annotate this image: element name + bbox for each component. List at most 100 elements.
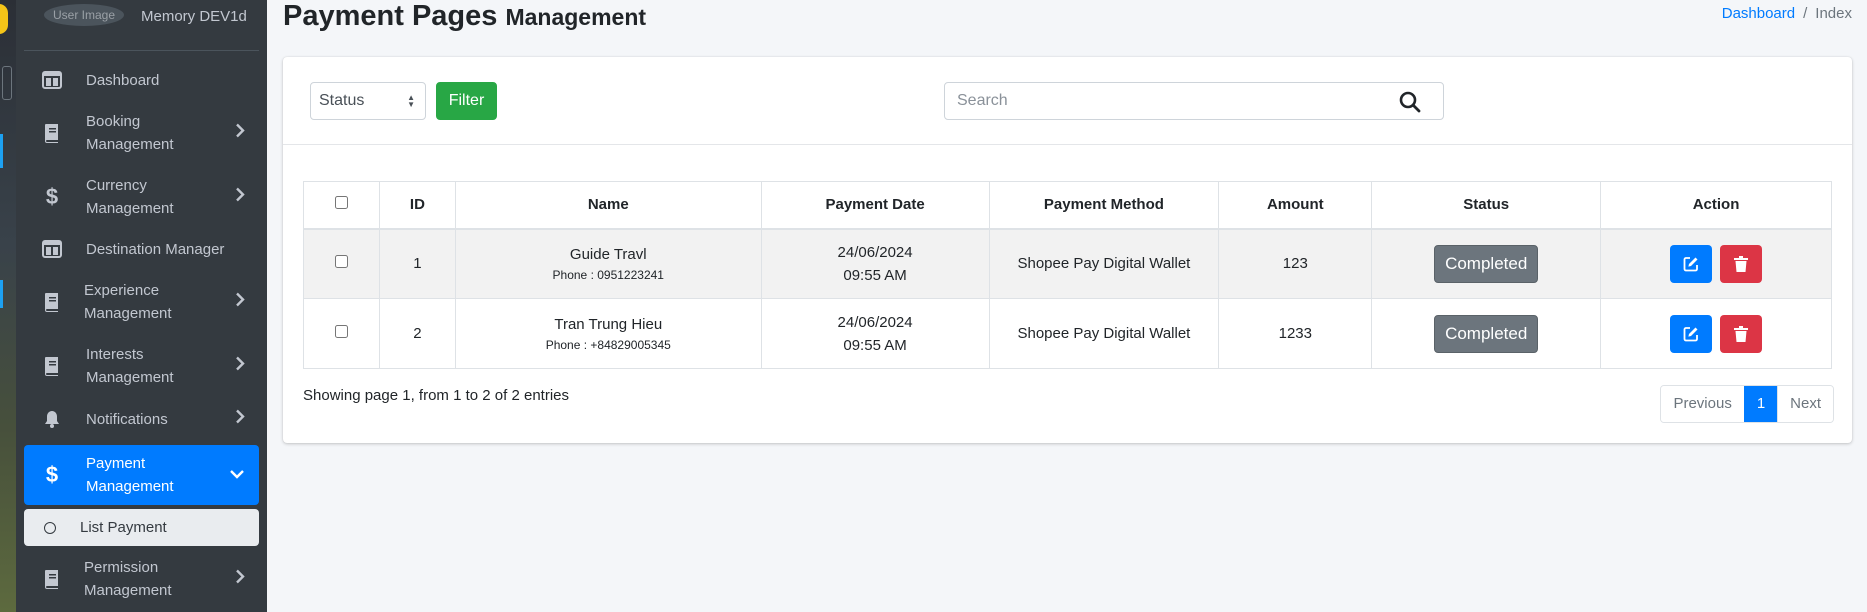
cell-payment-method: Shopee Pay Digital Wallet bbox=[988, 298, 1220, 369]
dock-app-icon[interactable] bbox=[0, 4, 8, 34]
dollar-icon: $ bbox=[45, 462, 59, 487]
row-select-cell bbox=[303, 298, 380, 369]
search-input[interactable] bbox=[945, 83, 1385, 119]
edit-button[interactable] bbox=[1669, 314, 1712, 353]
cell-amount: 123 bbox=[1218, 228, 1373, 299]
sidebar-subitem-label: List Payment bbox=[80, 519, 167, 536]
sidebar-item-payment[interactable]: $ Payment Management bbox=[24, 445, 259, 505]
cell-name: Tran Trung Hieu Phone : +84829005345 bbox=[454, 298, 762, 369]
column-header[interactable]: Payment Date bbox=[760, 181, 990, 230]
column-header[interactable]: ID bbox=[378, 181, 456, 230]
search-icon[interactable] bbox=[1399, 91, 1421, 118]
breadcrumb-dashboard-link[interactable]: Dashboard bbox=[1722, 5, 1795, 22]
delete-button[interactable] bbox=[1720, 244, 1763, 283]
payments-table: ID Name Payment Date Payment Method Amou… bbox=[303, 181, 1832, 369]
status-select-value: Status bbox=[319, 92, 365, 109]
sidebar-item-dashboard[interactable]: Dashboard bbox=[24, 59, 259, 101]
pagination-previous[interactable]: Previous bbox=[1661, 386, 1744, 422]
status-select[interactable]: Status ▲ ▼ bbox=[310, 82, 426, 120]
dashboard-icon bbox=[40, 71, 64, 89]
column-header[interactable]: Status bbox=[1371, 181, 1602, 230]
desktop-edge bbox=[0, 0, 16, 612]
cell-payment-method: Shopee Pay Digital Wallet bbox=[988, 228, 1220, 299]
book-icon bbox=[40, 292, 64, 312]
cell-status: Completed bbox=[1371, 298, 1602, 369]
sidebar-item-label: Permission Management bbox=[84, 559, 172, 599]
chevron-right-icon bbox=[235, 409, 245, 430]
chevron-right-icon bbox=[235, 569, 245, 590]
sidebar-item-label: Dashboard bbox=[86, 71, 160, 89]
cell-action bbox=[1600, 228, 1832, 299]
sidebar-item-interests[interactable]: Interests Management bbox=[24, 337, 259, 395]
sidebar-item-permission[interactable]: Permission Management bbox=[24, 550, 259, 608]
sidebar-item-notifications[interactable]: Notifications bbox=[24, 398, 259, 440]
dock-indicator bbox=[0, 134, 3, 168]
search-box bbox=[944, 82, 1444, 120]
table-info: Showing page 1, from 1 to 2 of 2 entries bbox=[303, 387, 569, 404]
edit-icon bbox=[1683, 326, 1698, 341]
select-all-checkbox[interactable] bbox=[334, 196, 348, 210]
breadcrumb-separator: / bbox=[1803, 5, 1808, 22]
status-badge[interactable]: Completed bbox=[1434, 244, 1539, 283]
card-toolbar: Status ▲ ▼ Filter bbox=[283, 57, 1852, 145]
edit-icon bbox=[1683, 256, 1698, 272]
row-checkbox[interactable] bbox=[334, 255, 348, 269]
breadcrumb-current: Index bbox=[1815, 5, 1852, 22]
trash-icon bbox=[1734, 325, 1749, 342]
status-badge[interactable]: Completed bbox=[1434, 314, 1539, 353]
chevron-right-icon bbox=[235, 187, 245, 208]
avatar[interactable]: User Image bbox=[44, 4, 124, 26]
chevron-right-icon bbox=[235, 292, 245, 313]
dollar-icon: $ bbox=[45, 184, 59, 209]
cell-payment-date: 24/06/2024 09:55 AM bbox=[760, 228, 990, 299]
sidebar-item-experience[interactable]: Experience Management bbox=[24, 273, 259, 331]
row-checkbox[interactable] bbox=[334, 325, 348, 338]
table-row: 2 Tran Trung Hieu Phone : +84829005345 2… bbox=[303, 298, 1832, 369]
chevron-right-icon bbox=[235, 123, 245, 144]
book-icon bbox=[40, 356, 64, 376]
sidebar-item-booking[interactable]: Booking Management bbox=[24, 104, 259, 162]
select-arrows-icon: ▲ ▼ bbox=[407, 93, 415, 109]
sidebar-subitem-list-payment[interactable]: List Payment bbox=[24, 509, 259, 546]
sidebar-item-label: Destination Manager bbox=[86, 240, 225, 258]
circle-icon bbox=[44, 521, 56, 534]
customer-phone: Phone : 0951223241 bbox=[552, 267, 664, 282]
customer-name: Guide Travl bbox=[569, 245, 647, 263]
row-select-cell bbox=[303, 228, 380, 299]
pagination-page[interactable]: 1 bbox=[1743, 386, 1778, 422]
header-select-all bbox=[303, 181, 380, 230]
pagination-next[interactable]: Next bbox=[1777, 386, 1833, 422]
book-icon bbox=[40, 569, 64, 589]
dock-indicator bbox=[0, 280, 3, 308]
customer-phone: Phone : +84829005345 bbox=[545, 337, 671, 352]
cell-id: 1 bbox=[378, 228, 456, 299]
column-header[interactable]: Payment Method bbox=[988, 181, 1220, 230]
edit-button[interactable] bbox=[1669, 244, 1712, 283]
sidebar-item-label: Experience Management bbox=[84, 282, 172, 322]
sidebar-item-label: Interests Management bbox=[86, 346, 174, 386]
sidebar-item-destination[interactable]: Destination Manager bbox=[24, 228, 259, 270]
filter-button[interactable]: Filter bbox=[436, 82, 497, 120]
sidebar: User Image Memory DEV1d Dashboard Bookin… bbox=[16, 0, 267, 612]
column-header[interactable]: Action bbox=[1600, 181, 1832, 230]
delete-button[interactable] bbox=[1720, 314, 1763, 353]
payment-time: 09:55 AM bbox=[843, 266, 907, 284]
page-subtitle: Management bbox=[505, 4, 647, 30]
sidebar-nav: Dashboard Booking Management $ Currency … bbox=[16, 51, 267, 608]
sidebar-item-currency[interactable]: $ Currency Management bbox=[24, 168, 259, 226]
payment-date: 24/06/2024 bbox=[837, 313, 913, 331]
sidebar-item-label: Payment Management bbox=[86, 455, 174, 495]
dashboard-icon bbox=[40, 240, 64, 258]
sidebar-item-label: Booking Management bbox=[86, 113, 174, 153]
payment-date: 24/06/2024 bbox=[837, 243, 913, 261]
sidebar-item-label: Currency Management bbox=[86, 177, 174, 217]
user-name[interactable]: Memory DEV1d bbox=[141, 8, 247, 25]
book-icon bbox=[40, 123, 64, 143]
table-row: 1 Guide Travl Phone : 0951223241 24/06/2… bbox=[303, 228, 1832, 299]
column-header[interactable]: Amount bbox=[1218, 181, 1373, 230]
cell-amount: 1233 bbox=[1218, 298, 1373, 369]
page-title: Payment Pages Management bbox=[283, 0, 646, 33]
cell-action bbox=[1600, 298, 1832, 369]
column-header[interactable]: Name bbox=[454, 181, 762, 230]
dock-app-icon[interactable] bbox=[2, 66, 12, 100]
